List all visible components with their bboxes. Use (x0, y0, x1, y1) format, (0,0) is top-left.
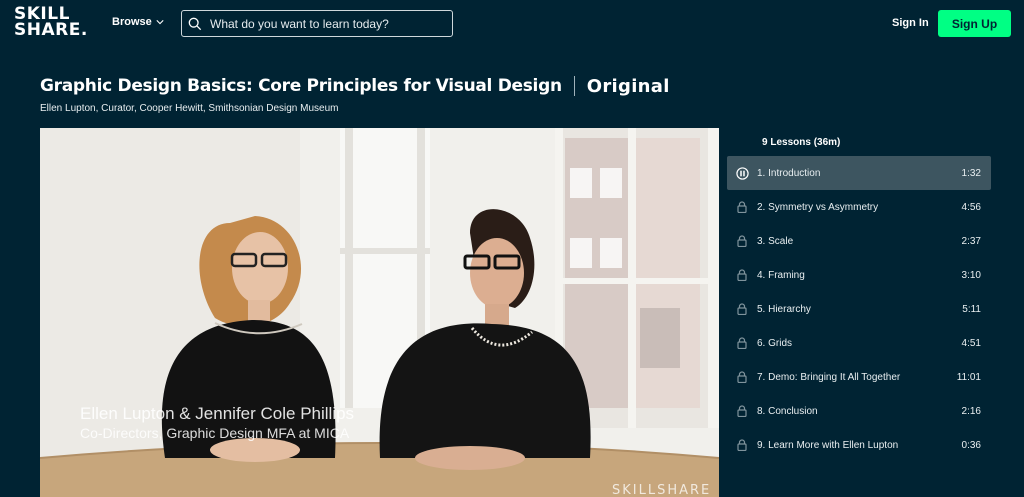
lesson-item[interactable]: 6. Grids 4:51 (727, 326, 991, 360)
lesson-title: 8. Conclusion (757, 405, 818, 417)
lesson-item[interactable]: 4. Framing 3:10 (727, 258, 991, 292)
logo-line-2: SHARE. (14, 20, 88, 40)
lock-icon (735, 370, 749, 384)
search-icon (188, 17, 202, 30)
lesson-title: 9. Learn More with Ellen Lupton (757, 439, 899, 451)
pause-icon[interactable] (735, 166, 749, 180)
course-title: Graphic Design Basics: Core Principles f… (40, 76, 562, 96)
lesson-item[interactable]: 2. Symmetry vs Asymmetry 4:56 (727, 190, 991, 224)
lesson-item[interactable]: 1. Introduction 1:32 (727, 156, 991, 190)
lesson-item[interactable]: 3. Scale 2:37 (727, 224, 991, 258)
lesson-duration: 2:37 (961, 235, 981, 247)
lesson-title: 4. Framing (757, 269, 805, 281)
video-caption-role: Co-Directors, Graphic Design MFA at MICA (80, 425, 350, 441)
lesson-title: 5. Hierarchy (757, 303, 811, 315)
video-caption-name: Ellen Lupton & Jennifer Cole Phillips (80, 404, 355, 423)
lesson-duration: 2:16 (961, 405, 981, 417)
lock-icon (735, 268, 749, 282)
lesson-duration: 4:56 (961, 201, 981, 213)
lesson-item[interactable]: 9. Learn More with Ellen Lupton 0:36 (727, 428, 991, 462)
search-input[interactable] (210, 16, 450, 31)
lesson-title: 6. Grids (757, 337, 793, 349)
title-divider (573, 76, 575, 96)
lesson-duration: 4:51 (961, 337, 981, 349)
sign-up-button[interactable]: Sign Up (938, 10, 1011, 37)
lesson-title: 1. Introduction (757, 167, 821, 179)
lesson-item[interactable]: 8. Conclusion 2:16 (727, 394, 991, 428)
lesson-duration: 5:11 (962, 303, 981, 315)
lessons-count: 9 Lessons (36m) (762, 137, 841, 148)
lock-icon (735, 200, 749, 214)
teacher-info: Ellen Lupton, Curator, Cooper Hewitt, Sm… (40, 103, 339, 114)
lesson-title: 2. Symmetry vs Asymmetry (757, 201, 879, 213)
lesson-title: 7. Demo: Bringing It All Together (757, 371, 901, 383)
top-navbar: SKILL SHARE. Browse Sign In Sign Up (0, 0, 1024, 48)
browse-label: Browse (112, 16, 152, 28)
lesson-duration: 3:10 (961, 269, 981, 281)
video-frame-image (40, 128, 719, 497)
lesson-title: 3. Scale (757, 235, 794, 247)
lesson-duration: 0:36 (961, 439, 981, 451)
original-badge: Original (586, 75, 670, 97)
lock-icon (735, 438, 749, 452)
lock-icon (735, 234, 749, 248)
course-title-row: Graphic Design Basics: Core Principles f… (40, 75, 670, 97)
lesson-duration: 11:01 (956, 371, 981, 383)
video-player[interactable]: Ellen Lupton & Jennifer Cole Phillips Co… (40, 128, 719, 497)
lock-icon (735, 336, 749, 350)
lesson-item[interactable]: 5. Hierarchy 5:11 (727, 292, 991, 326)
video-watermark: SKILLSHARE (612, 483, 712, 497)
lesson-item[interactable]: 7. Demo: Bringing It All Together 11:01 (727, 360, 991, 394)
lesson-list: 1. Introduction 1:32 2. Symmetry vs Asym… (727, 156, 991, 462)
lock-icon (735, 404, 749, 418)
sign-in-link[interactable]: Sign In (892, 17, 929, 29)
skillshare-logo[interactable]: SKILL SHARE. (14, 6, 88, 40)
lesson-duration: 1:32 (961, 167, 981, 179)
search-box (181, 10, 453, 37)
browse-menu-button[interactable]: Browse (112, 16, 164, 28)
chevron-down-icon (156, 20, 164, 25)
lock-icon (735, 302, 749, 316)
